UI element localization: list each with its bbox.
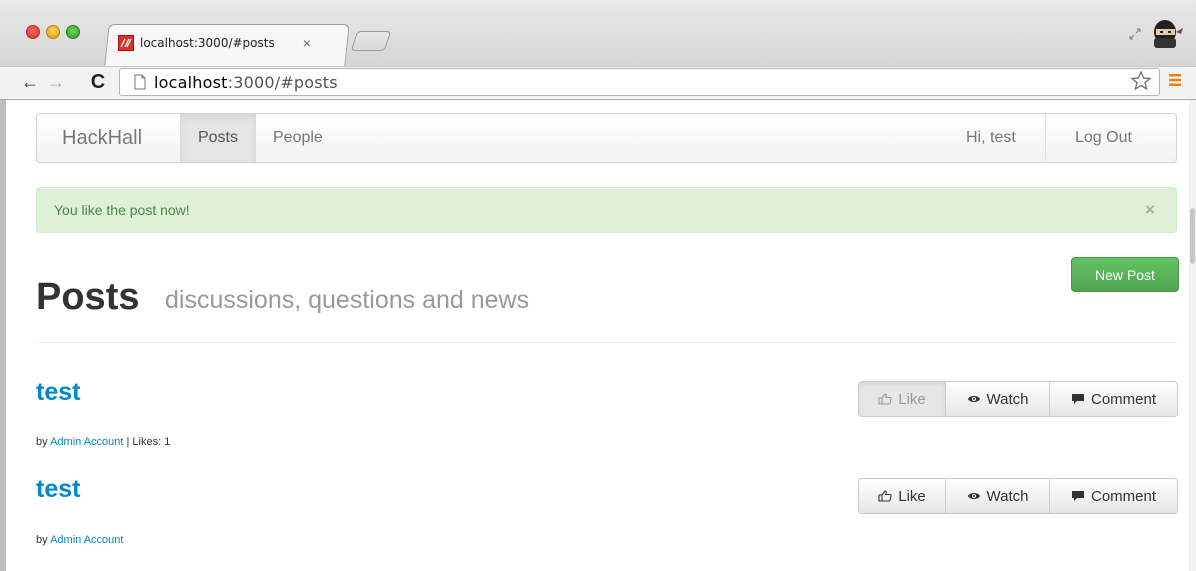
app-navbar: HackHall Posts People Hi, test Log Out [36, 113, 1177, 163]
comment-button[interactable]: Comment [1049, 381, 1178, 417]
thumbs-up-icon [878, 393, 892, 405]
eye-icon [967, 396, 980, 402]
watch-label: Watch [986, 487, 1029, 505]
post-by-label: by [36, 436, 51, 448]
window-left-edge [0, 100, 6, 571]
watch-button[interactable]: Watch [945, 381, 1049, 417]
close-icon[interactable]: × [1145, 200, 1155, 220]
user-greeting[interactable]: Hi, test [950, 114, 1032, 162]
scrollbar[interactable] [1189, 100, 1196, 571]
reload-icon[interactable]: C [86, 66, 110, 99]
url-text: localhost:3000/#posts [154, 73, 338, 92]
page-subtitle: discussions, questions and news [165, 286, 530, 314]
nav-item-posts[interactable]: Posts [180, 114, 256, 162]
post-meta: by Admin Account | Likes: 1 [36, 436, 170, 448]
post-author-link[interactable]: Admin Account [50, 436, 123, 448]
nav-item-people[interactable]: People [257, 114, 339, 162]
eye-icon [967, 493, 980, 499]
post-by-label: by [36, 534, 51, 546]
new-post-button[interactable]: New Post [1071, 257, 1179, 292]
like-button[interactable]: Like [858, 478, 945, 514]
nav-divider [1045, 114, 1046, 162]
post-actions: Like Watch Comment [858, 381, 1178, 417]
browser-tab-content: localhost:3000/#posts × [118, 31, 344, 55]
url-path: :3000/#posts [227, 73, 338, 92]
address-bar[interactable]: localhost:3000/#posts [119, 68, 1160, 96]
post-title[interactable]: test [36, 475, 80, 504]
comment-icon [1071, 491, 1084, 501]
post-author-link[interactable]: Admin Account [50, 534, 123, 546]
post-actions: Like Watch Comment [858, 478, 1178, 514]
alert-message: You like the post now! [54, 202, 190, 218]
window-minimize-button[interactable] [46, 25, 60, 39]
window-maximize-button[interactable] [66, 25, 80, 39]
watch-button[interactable]: Watch [945, 478, 1049, 514]
comment-label: Comment [1090, 487, 1157, 505]
comment-button[interactable]: Comment [1049, 478, 1178, 514]
new-tab-button[interactable] [350, 31, 392, 51]
toolbar-divider [0, 99, 1196, 100]
forward-arrow-icon[interactable]: → [44, 66, 68, 99]
user-profile-icon[interactable] [1150, 18, 1184, 48]
brand-logo[interactable]: HackHall [62, 127, 142, 150]
comment-icon [1071, 394, 1084, 404]
like-label: Like [898, 487, 926, 505]
watch-label: Watch [986, 390, 1029, 408]
page-title: Posts [36, 276, 140, 318]
url-host: localhost [154, 73, 228, 92]
logout-link[interactable]: Log Out [1059, 114, 1148, 162]
thumbs-up-icon [878, 490, 892, 502]
scrollbar-thumb[interactable] [1190, 208, 1195, 264]
comment-label: Comment [1090, 390, 1157, 408]
post-title[interactable]: test [36, 378, 80, 407]
bookmark-star-icon[interactable] [1130, 70, 1152, 92]
post-likes-count: | Likes: 1 [123, 436, 171, 448]
menu-icon[interactable] [1168, 73, 1182, 87]
tab-close-icon[interactable]: × [303, 35, 311, 51]
fullscreen-icon[interactable] [1128, 27, 1142, 41]
success-alert: You like the post now! × [36, 187, 1177, 233]
header-divider [36, 342, 1177, 343]
tab-title: localhost:3000/#posts [140, 36, 275, 50]
post-meta: by Admin Account [36, 534, 123, 546]
window-close-button[interactable] [26, 25, 40, 39]
like-button[interactable]: Like [858, 381, 945, 417]
favicon-icon [118, 35, 134, 51]
like-label: Like [898, 390, 926, 408]
back-arrow-icon[interactable]: ← [18, 66, 42, 99]
page-icon [134, 74, 146, 90]
